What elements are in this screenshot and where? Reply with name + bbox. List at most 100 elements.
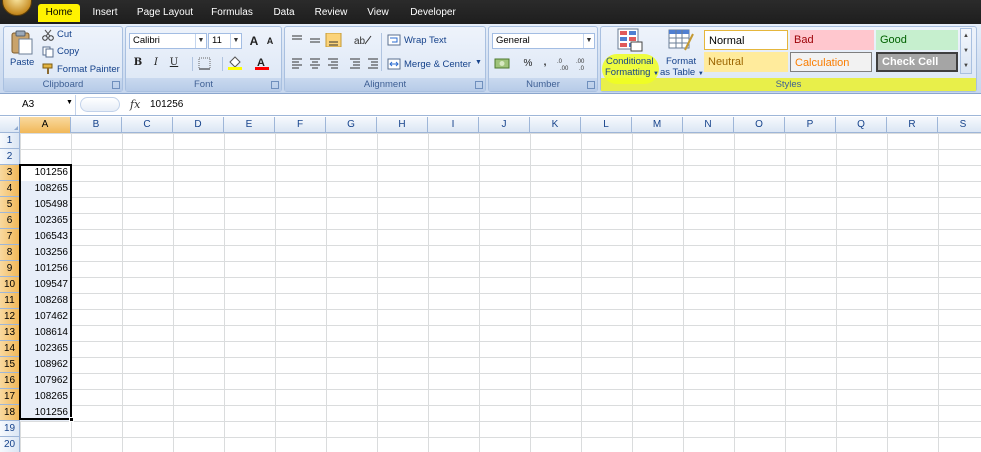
borders-icon[interactable] <box>198 57 212 70</box>
shrink-font-button[interactable]: A <box>262 33 278 49</box>
row-header-3[interactable]: 3 <box>0 165 20 181</box>
column-header-d[interactable]: D <box>173 117 224 133</box>
italic-button[interactable]: I <box>148 55 164 71</box>
column-header-q[interactable]: Q <box>836 117 887 133</box>
row-header-17[interactable]: 17 <box>0 389 20 405</box>
percent-button[interactable]: % <box>520 56 536 72</box>
row-header-20[interactable]: 20 <box>0 437 20 452</box>
column-header-p[interactable]: P <box>785 117 836 133</box>
column-header-k[interactable]: K <box>530 117 581 133</box>
styles-scroll[interactable]: ▲ ▼ ▼ <box>960 28 972 74</box>
column-header-a[interactable]: A <box>20 117 71 133</box>
chevron-down-icon[interactable]: ▼ <box>66 99 73 106</box>
paste-button[interactable]: Paste <box>10 57 34 68</box>
row-header-7[interactable]: 7 <box>0 229 20 245</box>
row-header-15[interactable]: 15 <box>0 357 20 373</box>
number-launcher-icon[interactable] <box>587 81 595 89</box>
conditional-formatting-label-1[interactable]: Conditional <box>606 56 654 67</box>
fill-color-icon[interactable] <box>227 55 243 71</box>
tab-data[interactable]: Data <box>270 4 298 22</box>
font-name-combo[interactable]: Calibri ▼ <box>129 33 207 49</box>
column-header-r[interactable]: R <box>887 117 938 133</box>
format-as-table-label-1[interactable]: Format <box>666 56 696 67</box>
style-bad[interactable]: Bad <box>790 30 874 50</box>
chevron-up-icon[interactable]: ▲ <box>961 29 971 44</box>
formula-bar-handle[interactable] <box>80 97 120 112</box>
office-button[interactable] <box>2 0 32 16</box>
cell-a20[interactable] <box>20 437 71 452</box>
column-header-c[interactable]: C <box>122 117 173 133</box>
row-header-6[interactable]: 6 <box>0 213 20 229</box>
font-color-icon[interactable]: A <box>254 55 270 71</box>
column-header-n[interactable]: N <box>683 117 734 133</box>
fx-icon[interactable]: fx <box>130 98 140 111</box>
tab-developer[interactable]: Developer <box>408 4 458 22</box>
cell-a19[interactable] <box>20 421 71 437</box>
more-styles-icon[interactable]: ▼ <box>961 59 971 74</box>
conditional-formatting-icon[interactable] <box>617 28 643 52</box>
format-as-table-icon[interactable] <box>668 28 694 52</box>
row-header-13[interactable]: 13 <box>0 325 20 341</box>
select-all-corner[interactable] <box>0 117 20 133</box>
orientation-icon[interactable]: ab <box>353 32 373 48</box>
chevron-down-icon[interactable]: ▼ <box>583 34 594 48</box>
tab-formulas[interactable]: Formulas <box>208 4 256 22</box>
column-header-s[interactable]: S <box>938 117 981 133</box>
bold-button[interactable]: B <box>130 55 146 71</box>
name-box[interactable]: A3 <box>0 95 76 115</box>
column-header-o[interactable]: O <box>734 117 785 133</box>
chevron-down-icon[interactable]: ▼ <box>195 34 206 48</box>
row-header-12[interactable]: 12 <box>0 309 20 325</box>
column-header-l[interactable]: L <box>581 117 632 133</box>
format-as-table-button[interactable]: as Table ▼ <box>660 67 704 78</box>
tab-view[interactable]: View <box>364 4 392 22</box>
cell-a1[interactable] <box>20 133 71 149</box>
tab-page-layout[interactable]: Page Layout <box>136 4 194 22</box>
column-header-e[interactable]: E <box>224 117 275 133</box>
cut-button[interactable]: Cut <box>57 29 72 40</box>
row-header-16[interactable]: 16 <box>0 373 20 389</box>
paste-icon[interactable] <box>10 30 34 56</box>
row-header-9[interactable]: 9 <box>0 261 20 277</box>
horizontal-align-icons[interactable] <box>290 57 380 71</box>
vertical-align-icons[interactable] <box>290 33 350 47</box>
merge-center-button[interactable]: Merge & Center <box>404 59 471 70</box>
row-header-4[interactable]: 4 <box>0 181 20 197</box>
style-check-cell[interactable]: Check Cell <box>876 52 958 72</box>
copy-button[interactable]: Copy <box>57 46 79 57</box>
formula-input[interactable]: 101256 <box>150 95 183 115</box>
chevron-down-icon[interactable]: ▼ <box>230 34 241 48</box>
alignment-launcher-icon[interactable] <box>475 81 483 89</box>
clipboard-launcher-icon[interactable] <box>112 81 120 89</box>
tab-insert[interactable]: Insert <box>88 4 122 22</box>
column-header-b[interactable]: B <box>71 117 122 133</box>
format-painter-button[interactable]: Format Painter <box>57 64 120 75</box>
row-header-2[interactable]: 2 <box>0 149 20 165</box>
row-header-18[interactable]: 18 <box>0 405 20 421</box>
chevron-down-icon[interactable]: ▼ <box>475 59 482 66</box>
style-good[interactable]: Good <box>876 30 958 50</box>
number-format-combo[interactable]: General ▼ <box>492 33 595 49</box>
column-header-g[interactable]: G <box>326 117 377 133</box>
comma-button[interactable]: , <box>537 55 553 71</box>
underline-button[interactable]: U <box>166 55 182 71</box>
column-header-j[interactable]: J <box>479 117 530 133</box>
row-header-14[interactable]: 14 <box>0 341 20 357</box>
column-header-f[interactable]: F <box>275 117 326 133</box>
row-header-8[interactable]: 8 <box>0 245 20 261</box>
cell-a2[interactable] <box>20 149 71 165</box>
worksheet-grid[interactable] <box>0 117 981 452</box>
style-normal[interactable]: Normal <box>704 30 788 50</box>
row-header-1[interactable]: 1 <box>0 133 20 149</box>
column-header-m[interactable]: M <box>632 117 683 133</box>
font-size-combo[interactable]: 11 ▼ <box>208 33 242 49</box>
wrap-text-button[interactable]: Wrap Text <box>404 35 446 46</box>
row-header-5[interactable]: 5 <box>0 197 20 213</box>
row-header-19[interactable]: 19 <box>0 421 20 437</box>
grow-font-button[interactable]: A <box>246 33 262 49</box>
currency-icon[interactable] <box>494 57 514 71</box>
conditional-formatting-button[interactable]: Formatting ▼ <box>605 67 659 78</box>
row-header-11[interactable]: 11 <box>0 293 20 309</box>
fill-handle[interactable] <box>69 417 74 422</box>
style-neutral[interactable]: Neutral <box>704 52 788 72</box>
